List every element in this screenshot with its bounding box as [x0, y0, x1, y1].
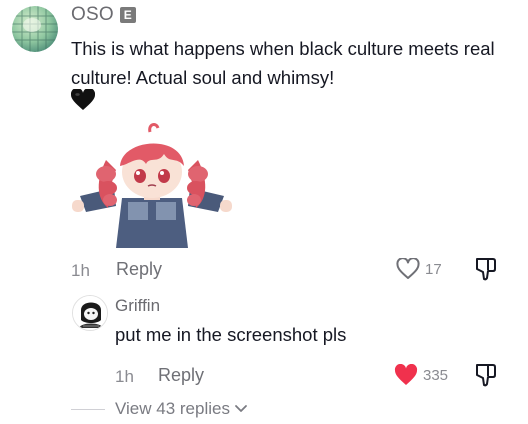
reply-like-count: 335 [423, 367, 449, 384]
avatar[interactable] [12, 6, 58, 52]
comment-text: This is what happens when black culture … [71, 38, 495, 88]
reply-time: 1h [115, 367, 134, 386]
creator-badge: E [119, 7, 136, 23]
heart-outline-icon[interactable] [396, 258, 420, 280]
comment-username[interactable]: OSO E [71, 4, 136, 26]
thumbs-down-icon[interactable] [474, 362, 498, 388]
black-heart-icon [71, 89, 95, 110]
comments-panel: OSO E This is what happens when black cu… [0, 0, 528, 424]
thumbs-down-icon[interactable] [474, 256, 498, 282]
view-replies-label[interactable]: View 43 replies [115, 399, 230, 419]
chevron-down-icon[interactable] [234, 404, 248, 414]
username-text[interactable]: OSO [71, 4, 114, 26]
reply-username[interactable]: Griffin [115, 296, 160, 316]
heart-filled-icon[interactable] [394, 364, 418, 386]
reply-avatar[interactable] [72, 295, 108, 331]
comment-time: 1h [71, 261, 90, 280]
view-replies-button[interactable]: View 43 replies [115, 399, 248, 419]
reply-text: put me in the screenshot pls [115, 324, 347, 345]
divider [71, 409, 105, 410]
reply-reply-button[interactable]: Reply [158, 365, 204, 386]
reply-button[interactable]: Reply [116, 259, 162, 280]
anime-sticker-image [72, 123, 232, 248]
like-count: 17 [425, 261, 442, 278]
